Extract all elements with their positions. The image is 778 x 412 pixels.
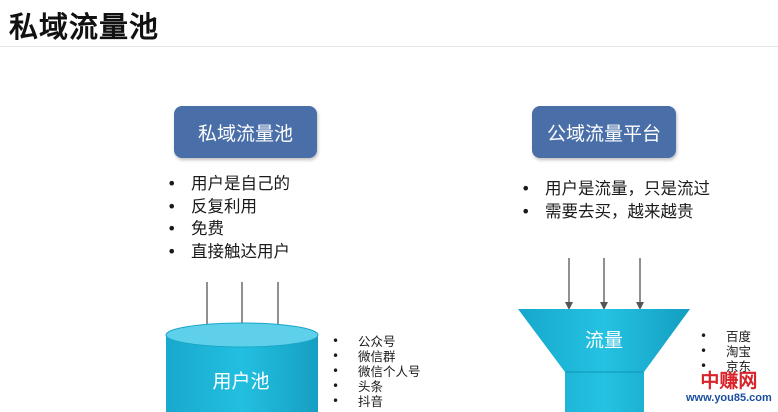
public-channel-item: 百度 [700,329,751,344]
watermark-url: www.you85.com [686,392,772,404]
traffic-funnel-label: 流量 [584,329,624,352]
user-pool-label: 用户池 [212,370,270,393]
watermark-name: 中赚网 [700,371,758,392]
public-channel-list: 百度 淘宝 京东 [700,329,751,374]
traffic-funnel [518,309,690,412]
private-channel-item: 抖音 [332,394,421,409]
private-channel-list: 公众号 微信群 微信个人号 头条 抖音 [332,334,421,409]
private-channel-item: 头条 [332,379,421,394]
watermark: 中赚网 www.you85.com [686,372,772,405]
private-channel-item: 公众号 [332,334,421,349]
private-channel-item: 微信个人号 [332,364,421,379]
private-channel-item: 微信群 [332,349,421,364]
user-pool-cylinder-top [165,322,319,348]
public-channel-item: 淘宝 [700,344,751,359]
